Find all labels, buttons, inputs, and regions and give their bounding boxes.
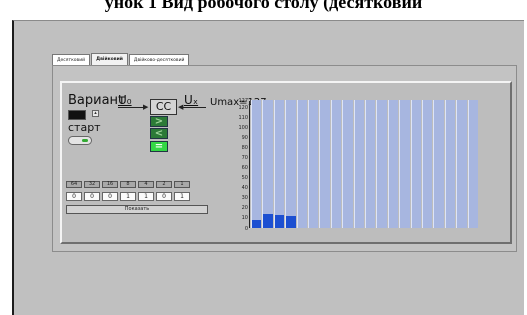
y-tick-label: 100 bbox=[238, 124, 248, 131]
arrow-right-icon: ▶ bbox=[143, 103, 149, 111]
y-tick-label: 30 bbox=[241, 195, 248, 202]
bar-column bbox=[342, 100, 353, 228]
bar-column bbox=[399, 100, 410, 228]
y-tick-label: 90 bbox=[241, 134, 248, 141]
bar-column bbox=[410, 100, 421, 228]
bit-value[interactable]: 1 bbox=[174, 192, 190, 201]
bar-column bbox=[365, 100, 376, 228]
bar-value bbox=[263, 213, 273, 228]
bit-weight-64: 64 bbox=[66, 181, 82, 188]
bar-column bbox=[467, 100, 478, 228]
y-tick-label: 50 bbox=[241, 175, 248, 182]
y-tick-label: 120 bbox=[238, 104, 248, 111]
start-toggle[interactable] bbox=[68, 136, 92, 145]
bar-column bbox=[444, 100, 456, 228]
y-tick-label: 0 bbox=[244, 225, 248, 232]
bit-value[interactable]: 0 bbox=[84, 192, 100, 201]
y-tick-label: 60 bbox=[241, 165, 248, 172]
bit-value[interactable]: 1 bbox=[138, 192, 154, 201]
bar-value bbox=[286, 215, 296, 228]
bar-value bbox=[274, 214, 285, 228]
bar-column bbox=[262, 100, 273, 228]
y-tick-label: 80 bbox=[241, 144, 248, 151]
greater-indicator: > bbox=[150, 116, 168, 127]
ux-label: Uₓ bbox=[184, 93, 199, 107]
bit-weight-32: 32 bbox=[84, 181, 100, 188]
bar-value bbox=[252, 219, 262, 228]
bar-column bbox=[422, 100, 433, 228]
bar-column bbox=[296, 100, 307, 228]
less-indicator: < bbox=[150, 128, 168, 139]
tab-bar: Десятковий Двійковий Двійково-десятковий bbox=[52, 53, 190, 66]
bit-weight-8: 8 bbox=[120, 181, 136, 188]
bar-column bbox=[330, 100, 342, 228]
variant-indicator bbox=[68, 110, 86, 120]
variant-label: Вариант bbox=[68, 93, 126, 108]
ux-wire bbox=[182, 107, 206, 108]
comparator-block: CC bbox=[150, 99, 177, 115]
bit-weights: 64 32 16 8 4 2 1 bbox=[66, 181, 192, 188]
bit-value[interactable]: 0 bbox=[66, 192, 82, 201]
spin-arrows-icon[interactable]: ▴ bbox=[92, 110, 99, 117]
bar-column bbox=[285, 100, 296, 228]
y-tick-label: 110 bbox=[238, 114, 248, 121]
y-tick-label: 10 bbox=[241, 215, 248, 222]
bit-value[interactable]: 0 bbox=[156, 192, 172, 201]
bit-weight-1: 1 bbox=[174, 181, 190, 188]
bit-weight-16: 16 bbox=[102, 181, 118, 188]
bar-column bbox=[387, 100, 399, 228]
y-axis-line bbox=[249, 101, 250, 228]
bit-weight-2: 2 bbox=[156, 181, 172, 188]
y-tick-label: 20 bbox=[241, 205, 248, 212]
y-axis-ticks: 0 10 20 30 40 50 60 70 80 90 100 110 120 127 bbox=[230, 97, 248, 232]
bar-column bbox=[433, 100, 444, 228]
y-tick-label: 70 bbox=[241, 154, 248, 161]
show-button[interactable]: Показать bbox=[66, 205, 208, 214]
bit-weight-4: 4 bbox=[138, 181, 154, 188]
bit-value[interactable]: 0 bbox=[102, 192, 118, 201]
y-tick-label: 40 bbox=[241, 185, 248, 192]
bit-values: 0 0 0 1 1 0 1 bbox=[66, 192, 192, 201]
bar-column bbox=[251, 100, 262, 228]
start-label: старт bbox=[68, 121, 101, 134]
bar-column bbox=[273, 100, 285, 228]
bar-column bbox=[353, 100, 364, 228]
bar-column bbox=[456, 100, 467, 228]
equal-indicator: = bbox=[150, 141, 168, 152]
y-tick-label: 127 bbox=[238, 97, 248, 104]
bar-column bbox=[376, 100, 387, 228]
bit-value[interactable]: 1 bbox=[120, 192, 136, 201]
figure-caption: унок 1 Вид робочого столу (десятковий bbox=[104, 0, 423, 12]
u0-wire bbox=[118, 107, 146, 108]
bar-column bbox=[308, 100, 319, 228]
bar-chart bbox=[251, 100, 479, 228]
u0-label: U₀ bbox=[118, 93, 132, 107]
bar-column bbox=[319, 100, 330, 228]
